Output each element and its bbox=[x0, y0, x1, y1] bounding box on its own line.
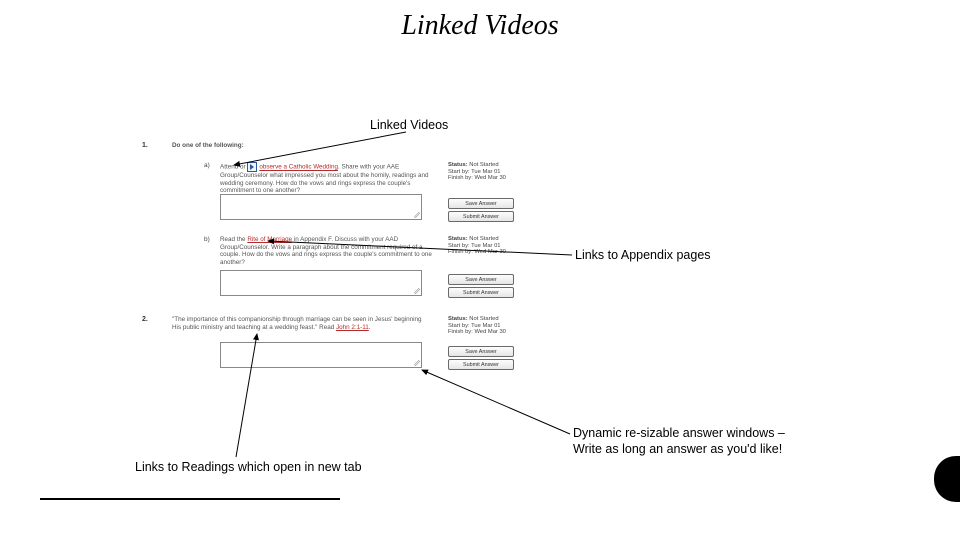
answer-box-1a[interactable] bbox=[220, 194, 422, 220]
submit-answer-button[interactable]: Submit Answer bbox=[448, 359, 514, 370]
status-label: Status: bbox=[448, 316, 468, 322]
start-label: Start by: bbox=[448, 169, 470, 175]
callout-readings: Links to Readings which open in new tab bbox=[135, 460, 362, 474]
status-value: Not Started bbox=[469, 316, 498, 322]
status-label: Status: bbox=[448, 162, 468, 168]
q1-number: 1. bbox=[142, 142, 148, 149]
save-answer-button[interactable]: Save Answer bbox=[448, 198, 514, 209]
q2-after: . bbox=[369, 324, 371, 331]
q2-reading-link[interactable]: John 2:1-11 bbox=[336, 324, 369, 331]
start-value: Tue Mar 01 bbox=[471, 169, 500, 175]
q1a-before: Attend or bbox=[220, 164, 247, 171]
callout-appendix: Links to Appendix pages bbox=[575, 248, 711, 262]
q1b-buttons: Save Answer Submit Answer bbox=[448, 274, 542, 300]
submit-answer-button[interactable]: Submit Answer bbox=[448, 287, 514, 298]
finish-label: Finish by: bbox=[448, 249, 473, 255]
callout-resizable-line1: Dynamic re-sizable answer windows – bbox=[573, 426, 785, 440]
status-label: Status: bbox=[448, 236, 468, 242]
status-value: Not Started bbox=[469, 236, 498, 242]
start-value: Tue Mar 01 bbox=[471, 323, 500, 329]
q1a-status: Status: Not Started Start by: Tue Mar 01… bbox=[448, 162, 542, 182]
answer-box-2[interactable] bbox=[220, 342, 422, 368]
q1b-text: Read the Rite of Marriage in Appendix F.… bbox=[220, 236, 440, 266]
save-answer-button[interactable]: Save Answer bbox=[448, 274, 514, 285]
footer-rule bbox=[40, 498, 340, 500]
q1a-text: Attend or observe a Catholic Wedding. Sh… bbox=[220, 162, 440, 195]
q2-before: "The importance of this companionship th… bbox=[172, 316, 422, 331]
corner-tab bbox=[934, 456, 960, 502]
q1b-before: Read the bbox=[220, 236, 247, 243]
callout-linked-videos: Linked Videos bbox=[370, 118, 448, 132]
q2-buttons: Save Answer Submit Answer bbox=[448, 346, 542, 372]
callout-resizable-line2: Write as long an answer as you'd like! bbox=[573, 442, 782, 456]
slide-title: Linked Videos bbox=[0, 10, 960, 42]
q1a-label: a) bbox=[204, 162, 210, 169]
q1a-video-link[interactable]: observe a Catholic Wedding bbox=[259, 164, 338, 171]
q2-number: 2. bbox=[142, 316, 148, 323]
q1a-buttons: Save Answer Submit Answer bbox=[448, 198, 542, 224]
video-play-icon[interactable] bbox=[247, 162, 257, 172]
finish-value: Wed Mar 30 bbox=[474, 329, 505, 335]
submit-answer-button[interactable]: Submit Answer bbox=[448, 211, 514, 222]
finish-value: Wed Mar 30 bbox=[474, 175, 505, 181]
finish-value: Wed Mar 30 bbox=[474, 249, 505, 255]
screenshot-area: 1. Do one of the following: a) Attend or… bbox=[130, 140, 550, 450]
start-value: Tue Mar 01 bbox=[471, 243, 500, 249]
q2-text: "The importance of this companionship th… bbox=[172, 316, 432, 331]
answer-box-1b[interactable] bbox=[220, 270, 422, 296]
q1b-appendix-link[interactable]: Rite of Marriage bbox=[247, 236, 292, 243]
finish-label: Finish by: bbox=[448, 175, 473, 181]
start-label: Start by: bbox=[448, 243, 470, 249]
q1b-label: b) bbox=[204, 236, 210, 243]
callout-resizable: Dynamic re-sizable answer windows – Writ… bbox=[573, 426, 785, 457]
q2-status: Status: Not Started Start by: Tue Mar 01… bbox=[448, 316, 542, 336]
q1-prompt: Do one of the following: bbox=[172, 142, 432, 150]
start-label: Start by: bbox=[448, 323, 470, 329]
q1b-status: Status: Not Started Start by: Tue Mar 01… bbox=[448, 236, 542, 256]
save-answer-button[interactable]: Save Answer bbox=[448, 346, 514, 357]
finish-label: Finish by: bbox=[448, 329, 473, 335]
status-value: Not Started bbox=[469, 162, 498, 168]
